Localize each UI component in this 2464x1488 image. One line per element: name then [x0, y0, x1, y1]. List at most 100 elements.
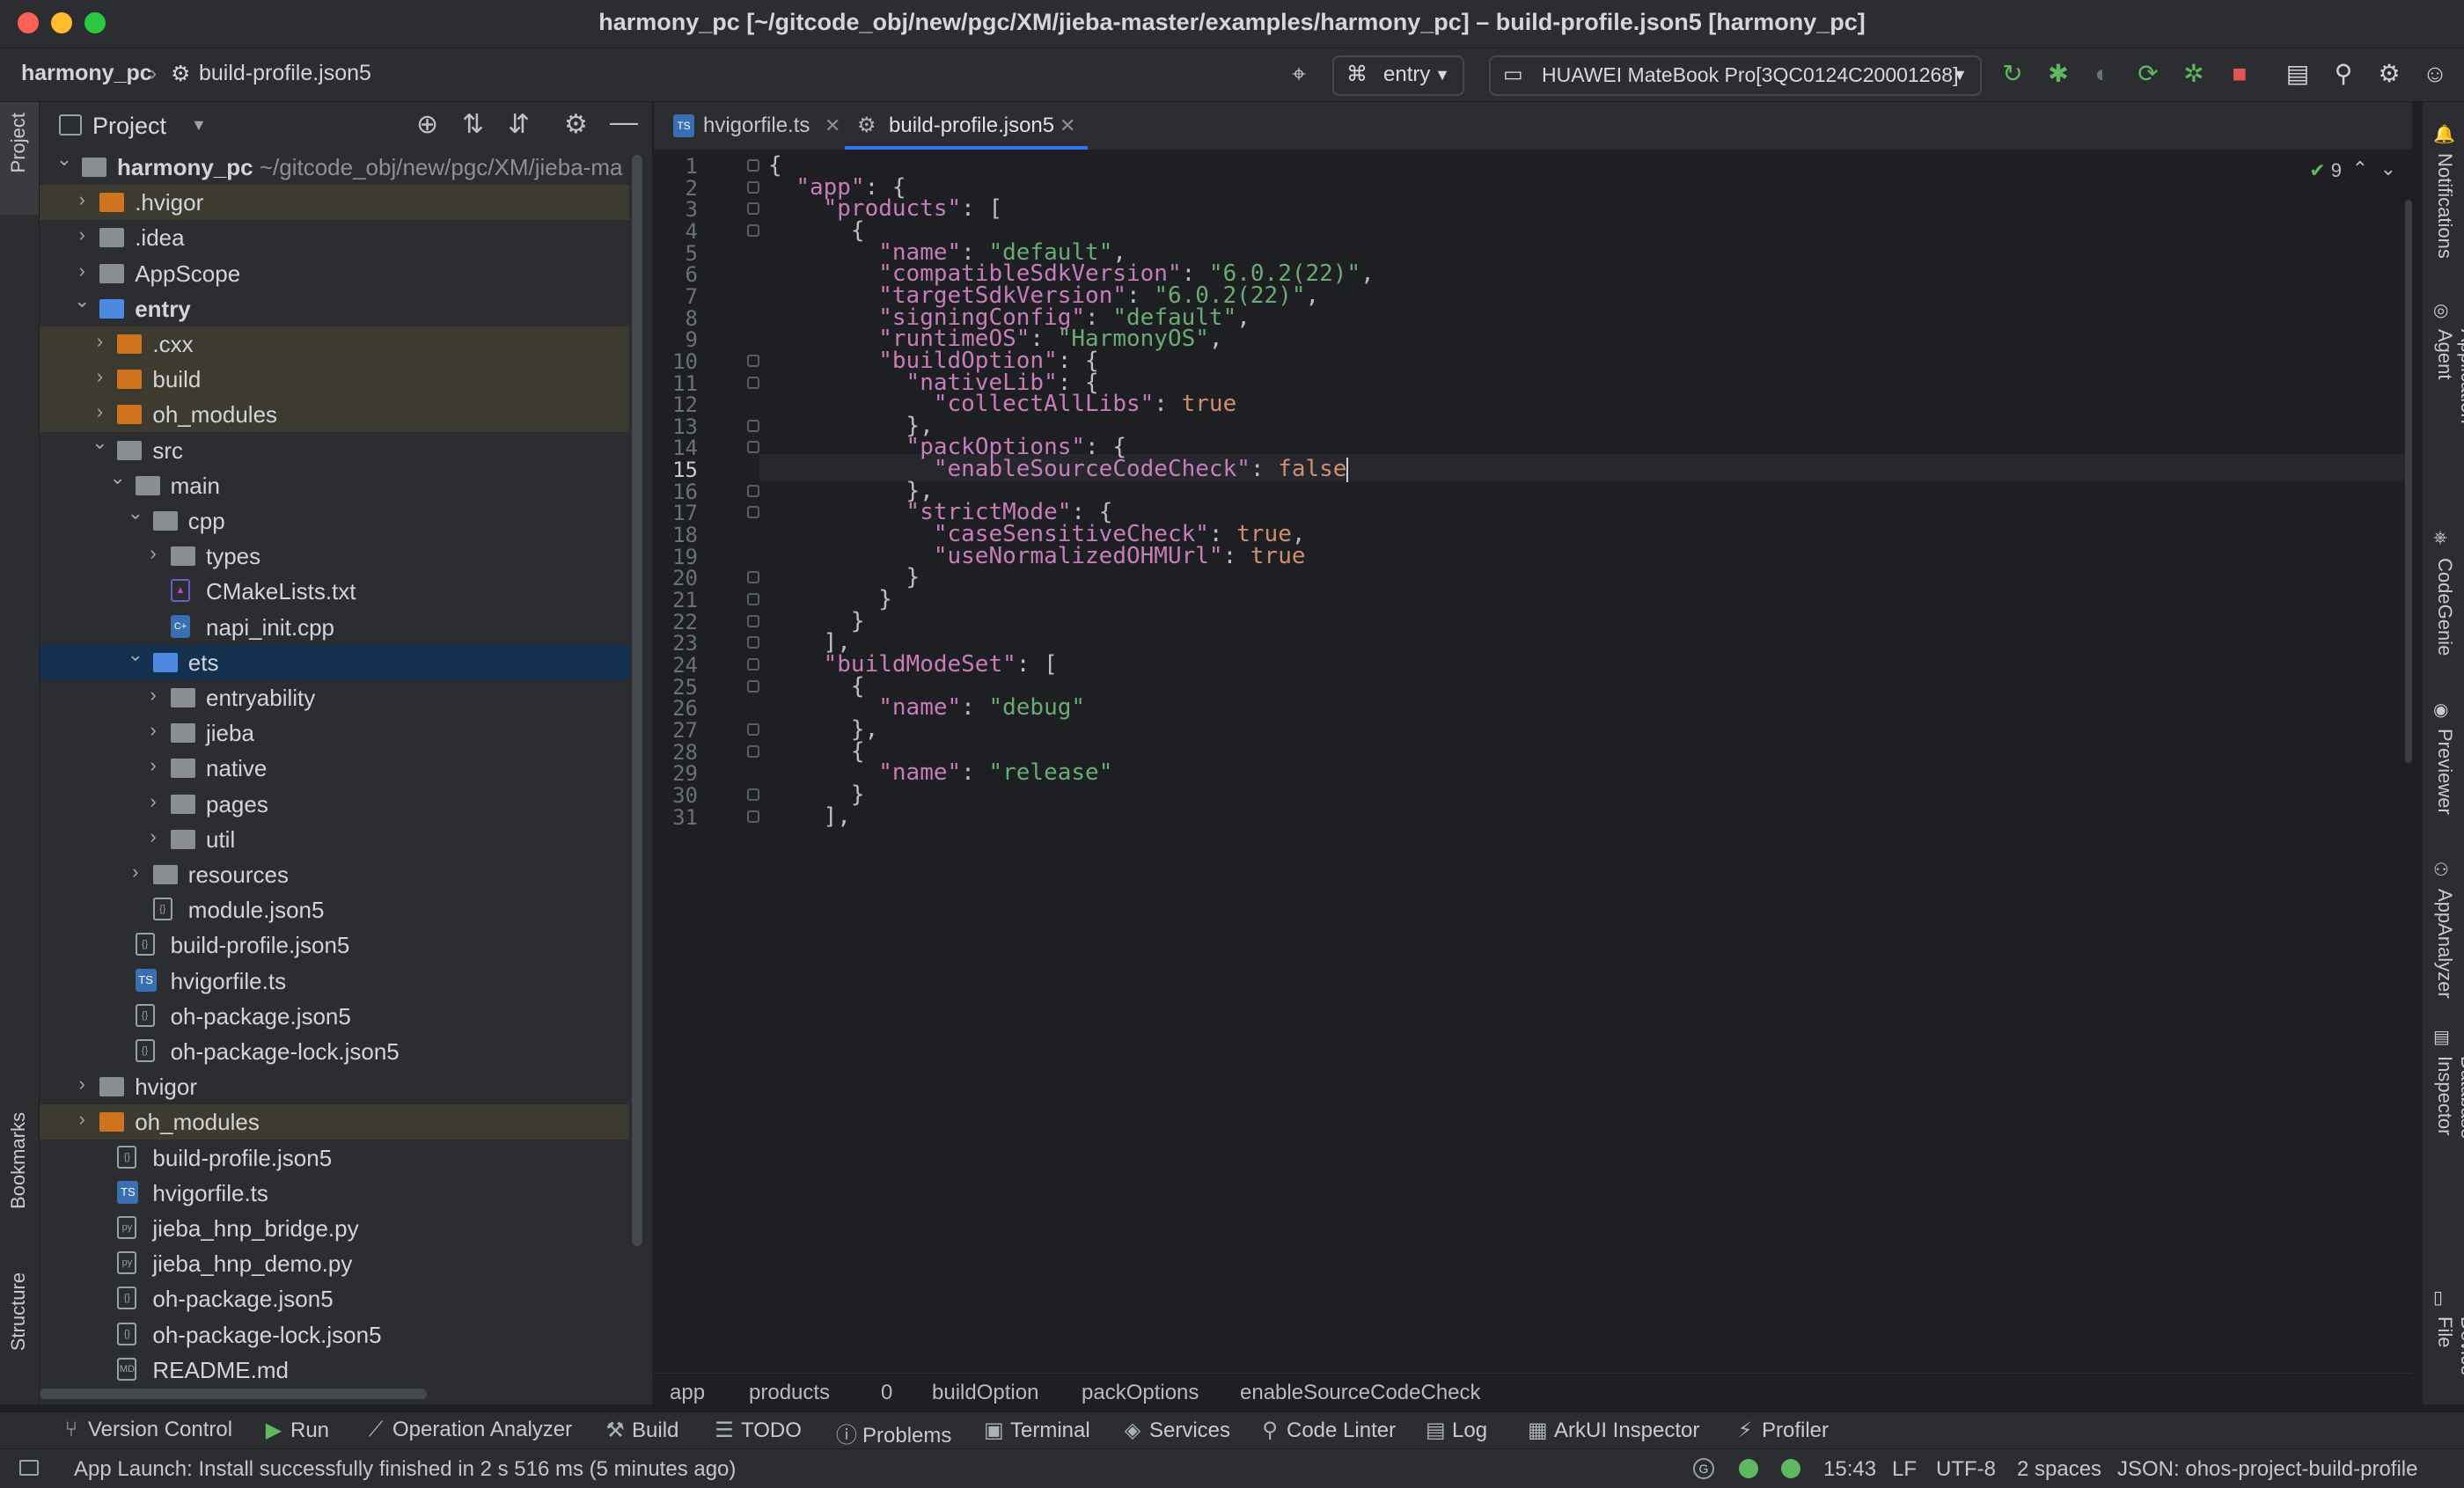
status-message[interactable]: App Launch: Install successfully finishe… [74, 1457, 736, 1482]
tree-row[interactable]: ⌄ cpp [40, 502, 629, 539]
file-encoding[interactable]: UTF-8 [1936, 1457, 1996, 1482]
apply-changes-icon[interactable]: ⟳ [2133, 59, 2163, 89]
gear-icon[interactable]: ⚙ [2374, 59, 2404, 89]
fold-marker-icon[interactable] [747, 722, 759, 736]
chevron-right-icon[interactable]: › [143, 684, 164, 707]
chevron-right-icon[interactable]: › [143, 719, 164, 742]
tree-row[interactable]: › build [40, 362, 629, 398]
run-config-select[interactable]: ⌘ entry ▼ [1332, 55, 1464, 96]
fold-marker-icon[interactable] [747, 180, 759, 194]
tree-row[interactable]: ⌄ src [40, 431, 629, 468]
chevron-right-icon[interactable]: › [89, 400, 110, 423]
tree-row[interactable]: › AppScope [40, 256, 629, 291]
editor-v-scrollbar[interactable] [2405, 200, 2412, 763]
tree-row[interactable]: › oh_modules [40, 397, 629, 433]
tree-row[interactable]: MD README.md [40, 1352, 629, 1388]
tree-row[interactable]: ⌄ harmony_pc ~/gitcode_obj/new/pgc/XM/jie… [40, 148, 629, 185]
chevron-down-icon[interactable]: ⌄ [125, 643, 146, 666]
tree-row[interactable]: › pages [40, 787, 629, 822]
chevron-right-icon[interactable]: › [89, 330, 110, 353]
indent-setting[interactable]: 2 spaces [2017, 1457, 2101, 1482]
fold-marker-icon[interactable] [747, 202, 759, 216]
project-panel-title[interactable]: Project [92, 113, 166, 140]
chevron-down-icon[interactable]: ⌄ [89, 431, 110, 454]
chevron-down-icon[interactable]: ⌄ [125, 502, 146, 524]
nav-crumb-file[interactable]: build-profile.json5 [199, 61, 371, 86]
project-tool-button[interactable]: Project [0, 102, 39, 215]
editor-crumb[interactable]: products [749, 1381, 830, 1405]
tree-row[interactable]: ⌄ entry [40, 290, 629, 326]
fold-marker-icon[interactable] [747, 376, 759, 389]
chevron-right-icon[interactable]: › [71, 1073, 92, 1096]
tree-row[interactable]: › native [40, 751, 629, 786]
fold-marker-icon[interactable] [747, 484, 759, 497]
stop-icon[interactable]: ■ [2225, 59, 2255, 89]
chevron-down-icon[interactable]: ▼ [191, 116, 207, 135]
code-editor[interactable]: 1 2 3 4 5 6 7 8 9 10 11 12 13 14 15 16 17 18 19 20 21 22 23 24 2… [654, 150, 2412, 1343]
debug-icon[interactable]: ✱ [2043, 59, 2073, 89]
tool-log[interactable]: ▤ Log [1426, 1418, 1487, 1443]
fold-marker-icon[interactable] [747, 744, 759, 758]
tree-row[interactable]: {} build-profile.json5 [40, 927, 629, 963]
tool-arkui-inspector[interactable]: ▦ ArkUI Inspector [1528, 1418, 1699, 1443]
tree-row[interactable]: › resources [40, 857, 629, 892]
tree-row[interactable]: › util [40, 822, 629, 857]
fold-marker-icon[interactable] [747, 571, 759, 584]
line-separator[interactable]: LF [1892, 1457, 1917, 1482]
target-icon[interactable]: ⌖ [1284, 59, 1314, 89]
fold-marker-icon[interactable] [747, 441, 759, 454]
tool-profiler[interactable]: ⚡ Profiler [1735, 1418, 1829, 1443]
tool-build[interactable]: ⚒ Build [605, 1418, 678, 1443]
close-icon[interactable]: ✕ [825, 102, 840, 150]
json-schema[interactable]: JSON: ohos-project-build-profile [2117, 1457, 2417, 1482]
fold-marker-icon[interactable] [747, 788, 759, 801]
account-icon[interactable]: ☺ [2420, 59, 2450, 89]
tree-row[interactable]: › .hvigor [40, 185, 629, 221]
tool-operation-analyzer[interactable]: ⟋ Operation Analyzer [366, 1418, 573, 1442]
tree-row[interactable]: › oh_modules [40, 1104, 629, 1140]
tree-row[interactable]: › jieba [40, 715, 629, 751]
tree-row[interactable]: › entryability [40, 680, 629, 715]
status-ok-icon[interactable] [1781, 1459, 1800, 1478]
chevron-right-icon[interactable]: › [71, 224, 92, 246]
tree-row[interactable]: ▲ CMakeLists.txt [40, 574, 629, 609]
fold-marker-icon[interactable] [747, 354, 759, 367]
tool-code-linter[interactable]: ⚲ Code Linter [1260, 1418, 1396, 1443]
tab-build-profile[interactable]: ⚙ build-profile.json5 ✕ [845, 102, 1088, 150]
hide-panel-icon[interactable]: — [610, 106, 638, 138]
next-highlight-icon[interactable]: ⌄ [2380, 158, 2396, 180]
tree-row[interactable]: {} oh-package.json5 [40, 999, 629, 1034]
chevron-right-icon[interactable]: › [125, 861, 146, 883]
editor-crumb[interactable]: app [670, 1381, 705, 1405]
chevron-down-icon[interactable]: ⌄ [71, 290, 92, 312]
tool-problems[interactable]: ⓘ Problems [836, 1418, 951, 1448]
tree-row[interactable]: {} build-profile.json5 [40, 1140, 629, 1176]
tree-scrollbar[interactable] [632, 155, 642, 1246]
tree-h-scrollbar[interactable] [40, 1389, 427, 1399]
tree-row[interactable]: ⌄ ets [40, 643, 629, 680]
chevron-right-icon[interactable]: › [71, 260, 92, 282]
fold-marker-icon[interactable] [747, 614, 759, 627]
tool-services[interactable]: ◈ Services [1123, 1418, 1230, 1443]
tree-row[interactable]: TS hvigorfile.ts [40, 964, 629, 999]
tool-run[interactable]: ▶ Run [264, 1418, 329, 1443]
fold-marker-icon[interactable] [747, 224, 759, 237]
chevron-right-icon[interactable]: › [71, 1108, 92, 1131]
rerun-icon[interactable]: ↻ [1998, 59, 2028, 89]
editor-crumb[interactable]: 0 [881, 1381, 892, 1405]
close-icon[interactable]: ✕ [1060, 102, 1075, 150]
bookmarks-tool-button[interactable]: Bookmarks [7, 1112, 30, 1209]
fold-marker-icon[interactable] [747, 419, 759, 432]
tree-row[interactable]: › .idea [40, 220, 629, 255]
code-line[interactable]: ], [768, 803, 851, 830]
expand-all-icon[interactable]: ⇅ [462, 109, 484, 140]
attach-debugger-icon[interactable]: ◐ [2087, 59, 2117, 89]
status-ok-icon[interactable] [1739, 1459, 1758, 1478]
status-time[interactable]: 15:43 [1823, 1457, 1876, 1482]
fold-marker-icon[interactable] [747, 159, 759, 172]
locate-icon[interactable]: ⊕ [416, 109, 438, 140]
tree-row[interactable]: › hvigor [40, 1069, 629, 1104]
tree-row[interactable]: › .cxx [40, 326, 629, 362]
structure-tool-button[interactable]: Structure [7, 1272, 30, 1351]
tree-row[interactable]: py jieba_hnp_bridge.py [40, 1211, 629, 1246]
